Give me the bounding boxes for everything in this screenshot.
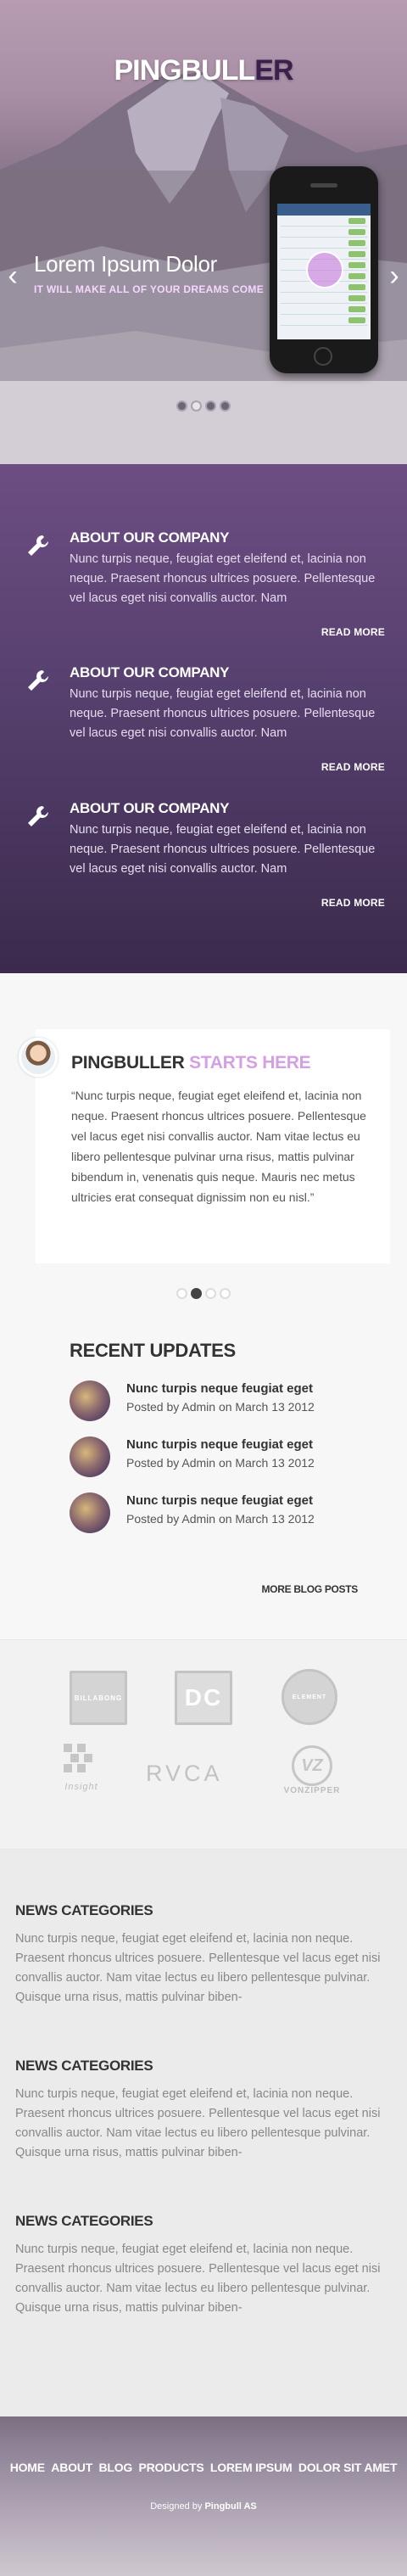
wrench-icon <box>28 806 48 826</box>
post-title[interactable]: Nunc turpis neque feugiat eget <box>126 1493 313 1508</box>
wrench-icon <box>28 535 48 556</box>
phone-speaker <box>310 183 337 188</box>
feature-title: ABOUT OUR COMPANY <box>70 800 230 816</box>
footer-nav-about[interactable]: ABOUT <box>51 2461 92 2474</box>
brand-name: ELEMENT <box>292 1694 327 1700</box>
news-text: Nunc turpis neque, feugiat eget eleifend… <box>15 2087 381 2159</box>
brand-name: Insight <box>64 1782 98 1792</box>
credit-prefix: Designed by <box>150 2501 203 2512</box>
features-section: ABOUT OUR COMPANY Nunc turpis neque, feu… <box>0 464 407 973</box>
testimonial-title-main: PINGBULLER <box>71 1053 185 1072</box>
play-icon[interactable] <box>306 251 343 288</box>
testimonial-pagination <box>0 1288 407 1303</box>
brand-name: RVCA <box>146 1761 223 1786</box>
footer-credit: Designed by Pingbull AS <box>0 2501 407 2512</box>
recent-updates-title: RECENT UPDATES <box>70 1340 236 1361</box>
avatar <box>19 1038 58 1077</box>
read-more-link[interactable]: READ MORE <box>321 897 385 909</box>
billabong-logo[interactable]: BILLABONG <box>70 1671 127 1725</box>
brand-name: DC <box>184 1684 223 1711</box>
brand-name: BILLABONG <box>74 1694 123 1702</box>
feature-title: ABOUT OUR COMPANY <box>70 529 230 546</box>
slide-subtitle: IT WILL MAKE ALL OF YOUR DREAMS COME <box>34 283 265 295</box>
feature-text: Nunc turpis neque, feugiat eget eleifend… <box>70 687 376 740</box>
news-section: NEWS CATEGORIES Nunc turpis neque, feugi… <box>0 1850 407 2416</box>
feature-text: Nunc turpis neque, feugiat eget eleifend… <box>70 823 376 876</box>
blog-post-item[interactable]: Nunc turpis neque feugiat eget Posted by… <box>70 1492 392 1537</box>
hero-slider: PINGBULLER Lorem Ipsum Dolor IT WILL MAK… <box>0 0 407 464</box>
testimonial-section: PINGBULLER STARTS HERE “Nunc turpis nequ… <box>0 973 407 1639</box>
phone-mockup <box>270 166 378 373</box>
footer-nav: HOME ABOUT BLOG PRODUCTS LOREM IPSUM DOL… <box>0 2461 407 2474</box>
feature-title: ABOUT OUR COMPANY <box>70 664 230 680</box>
testimonial-title-accent: STARTS HERE <box>189 1053 311 1072</box>
element-logo[interactable]: ELEMENT <box>282 1669 337 1725</box>
footer-nav-lorem-ipsum[interactable]: LOREM IPSUM <box>210 2461 293 2474</box>
testimonial-title: PINGBULLER STARTS HERE <box>71 1053 311 1073</box>
testimonial-card: PINGBULLER STARTS HERE “Nunc turpis nequ… <box>36 1029 390 1263</box>
footer-nav-products[interactable]: PRODUCTS <box>139 2461 204 2474</box>
more-blog-posts-link[interactable]: MORE BLOG POSTS <box>261 1583 358 1595</box>
feature-text: Nunc turpis neque, feugiat eget eleifend… <box>70 552 376 605</box>
post-meta: Posted by Admin on March 13 2012 <box>126 1400 315 1414</box>
news-title: NEWS CATEGORIES <box>15 2213 153 2229</box>
testimonial-quote: “Nunc turpis neque, feugiat eget eleifen… <box>71 1089 366 1204</box>
post-meta: Posted by Admin on March 13 2012 <box>126 1456 315 1470</box>
post-meta: Posted by Admin on March 13 2012 <box>126 1512 315 1526</box>
blog-post-item[interactable]: Nunc turpis neque feugiat eget Posted by… <box>70 1380 392 1425</box>
slider-dot[interactable] <box>220 400 231 412</box>
wrench-icon <box>28 670 48 691</box>
dc-logo[interactable]: DC <box>175 1671 232 1725</box>
testimonial-dot[interactable] <box>205 1288 216 1299</box>
brand-logos-section: BILLABONG DC ELEMENT Insight RVCA VZ VON… <box>0 1639 407 1850</box>
read-more-link[interactable]: READ MORE <box>321 761 385 773</box>
footer-nav-home[interactable]: HOME <box>10 2461 45 2474</box>
site-logo[interactable]: PINGBULLER <box>0 54 407 87</box>
rvca-logo[interactable]: RVCA <box>146 1761 223 1787</box>
brand-name: VONZIPPER <box>283 1786 341 1795</box>
blog-post-item[interactable]: Nunc turpis neque feugiat eget Posted by… <box>70 1436 392 1481</box>
phone-home-button <box>314 347 332 366</box>
chevron-left-icon[interactable]: ‹ <box>2 259 24 293</box>
post-thumbnail[interactable] <box>70 1492 110 1533</box>
footer-nav-dolor-sit-amet[interactable]: DOLOR SIT AMET <box>298 2461 398 2474</box>
post-thumbnail[interactable] <box>70 1436 110 1477</box>
credit-name[interactable]: Pingbull AS <box>204 2501 256 2512</box>
read-more-link[interactable]: READ MORE <box>321 626 385 638</box>
insight-logo[interactable]: Insight <box>56 1744 107 1792</box>
news-text: Nunc turpis neque, feugiat eget eleifend… <box>15 1932 381 2004</box>
slider-dot[interactable] <box>176 400 187 412</box>
vonzipper-logo[interactable]: VZ VONZIPPER <box>280 1745 344 1795</box>
testimonial-dot[interactable] <box>176 1288 187 1299</box>
post-title[interactable]: Nunc turpis neque feugiat eget <box>126 1381 313 1396</box>
phone-screen <box>277 204 371 339</box>
news-title: NEWS CATEGORIES <box>15 2058 153 2074</box>
post-title[interactable]: Nunc turpis neque feugiat eget <box>126 1437 313 1452</box>
logo-accent: ER <box>254 54 293 87</box>
news-category: NEWS CATEGORIES Nunc turpis neque, feugi… <box>15 2058 392 2163</box>
slider-dot-active[interactable] <box>191 400 202 412</box>
testimonial-dot[interactable] <box>220 1288 231 1299</box>
post-thumbnail[interactable] <box>70 1380 110 1421</box>
slider-dot[interactable] <box>205 400 216 412</box>
footer-nav-blog[interactable]: BLOG <box>98 2461 132 2474</box>
testimonial-dot-active[interactable] <box>191 1288 202 1299</box>
news-category: NEWS CATEGORIES Nunc turpis neque, feugi… <box>15 1902 392 2008</box>
logo-text: PINGBULL <box>114 54 255 87</box>
site-footer: HOME ABOUT BLOG PRODUCTS LOREM IPSUM DOL… <box>0 2416 407 2576</box>
chevron-right-icon[interactable]: › <box>383 259 405 293</box>
slider-pagination <box>0 400 407 416</box>
insight-mark <box>64 1744 92 1772</box>
news-category: NEWS CATEGORIES Nunc turpis neque, feugi… <box>15 2213 392 2318</box>
news-title: NEWS CATEGORIES <box>15 1902 153 1918</box>
slide-title: Lorem Ipsum Dolor <box>34 251 217 277</box>
news-text: Nunc turpis neque, feugiat eget eleifend… <box>15 2243 381 2315</box>
